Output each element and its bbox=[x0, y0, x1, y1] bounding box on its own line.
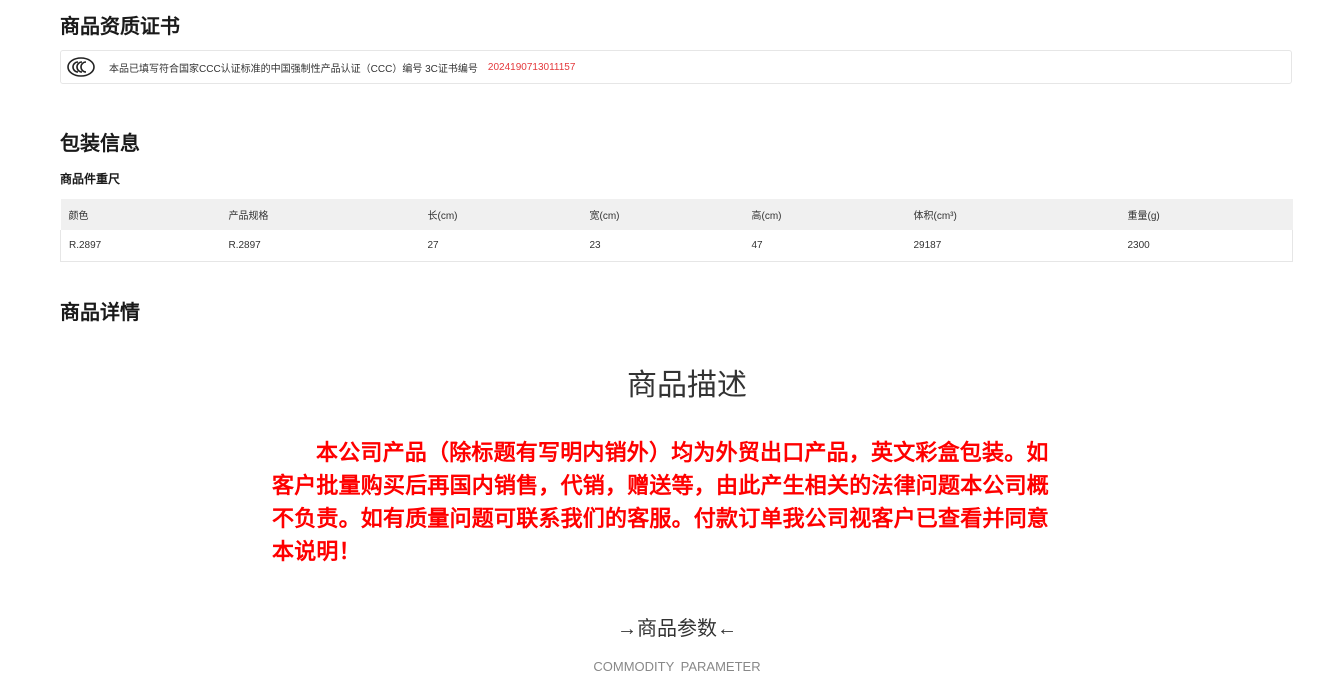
detail-section-title: 商品详情 bbox=[60, 302, 140, 324]
parameter-subheading: COMMODITY PARAMETER bbox=[593, 659, 761, 674]
table-cell: 2300 bbox=[1119, 230, 1293, 262]
parameter-heading: →商品参数← bbox=[617, 618, 737, 640]
column-header: 高(cm) bbox=[743, 199, 906, 230]
column-header: 颜色 bbox=[60, 199, 221, 230]
column-header: 宽(cm) bbox=[581, 199, 744, 230]
table-cell: 23 bbox=[581, 230, 744, 262]
cert-section-title: 商品资质证书 bbox=[60, 16, 180, 38]
table-header-row: 颜色 产品规格 长(cm) 宽(cm) 高(cm) 体积(cm³) 重量(g) bbox=[60, 199, 1293, 230]
column-header: 产品规格 bbox=[220, 199, 420, 230]
package-subtitle: 商品件重尺 bbox=[60, 172, 121, 186]
table-cell: 29187 bbox=[905, 230, 1120, 262]
table-cell: 27 bbox=[419, 230, 582, 262]
ccc-mark-icon bbox=[67, 57, 95, 77]
table-cell: 47 bbox=[743, 230, 906, 262]
cert-description: 本品已填写符合国家CCC认证标准的中国强制性产品认证（CCC）编号 3C证书编号 bbox=[109, 63, 478, 75]
package-table: 颜色 产品规格 长(cm) 宽(cm) 高(cm) 体积(cm³) 重量(g) … bbox=[60, 199, 1293, 262]
table-cell: R.2897 bbox=[60, 230, 221, 262]
package-section-title: 包装信息 bbox=[60, 133, 140, 155]
cert-number: 2024190713011157 bbox=[487, 61, 576, 73]
description-heading: 商品描述 bbox=[627, 369, 747, 402]
cert-info-box: 本品已填写符合国家CCC认证标准的中国强制性产品认证（CCC）编号 3C证书编号… bbox=[60, 50, 1292, 84]
table-cell: R.2897 bbox=[220, 230, 420, 262]
column-header: 体积(cm³) bbox=[905, 199, 1120, 230]
table-row: R.2897 R.2897 27 23 47 29187 2300 bbox=[60, 230, 1293, 262]
column-header: 长(cm) bbox=[419, 199, 582, 230]
column-header: 重量(g) bbox=[1119, 199, 1293, 230]
export-notice: 本公司产品（除标题有写明内销外）均为外贸出口产品，英文彩盒包装。如客户批量购买后… bbox=[272, 440, 1050, 564]
